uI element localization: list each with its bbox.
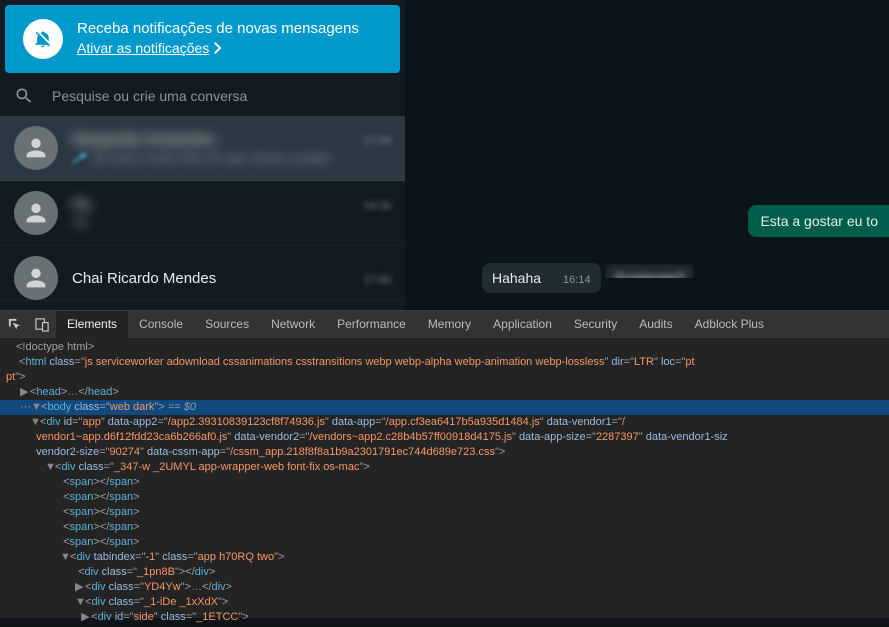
dom-line[interactable]: <span></span> xyxy=(0,490,889,505)
search-icon[interactable] xyxy=(14,86,34,106)
avatar xyxy=(14,256,58,300)
avatar xyxy=(14,126,58,170)
chat-name: Rp xyxy=(72,196,91,213)
devtools-panel: Elements Console Sources Network Perform… xyxy=(0,310,889,618)
chat-list: Margarida Amarantes 17:34 ok estou muito… xyxy=(0,116,405,310)
message-text: Hahaha xyxy=(492,270,541,286)
dom-line[interactable]: vendor1~app.d6f12fdd23ca6b266af0.js" dat… xyxy=(0,430,889,445)
dom-line[interactable]: <span></span> xyxy=(0,520,889,535)
message-outgoing[interactable]: Esta a gostar eu to xyxy=(748,205,889,237)
chat-item[interactable]: Margarida Amarantes 17:34 ok estou muito… xyxy=(0,116,405,181)
notification-text: Receba notificações de novas mensagens A… xyxy=(77,20,359,58)
dom-line[interactable]: ▼<div tabindex="-1" class="app h70RQ two… xyxy=(0,550,889,565)
tab-performance[interactable]: Performance xyxy=(326,311,417,338)
chat-pane: Esta a gostar eu to Hahaha 16:14 Gostara… xyxy=(405,0,889,310)
dom-line[interactable]: pt"> xyxy=(0,370,889,385)
dom-line-selected[interactable]: ⋯▼<body class="web dark"> == $0 xyxy=(0,400,889,415)
chevron-right-icon xyxy=(214,42,222,54)
chat-name: Chai Ricardo Mendes xyxy=(72,270,216,287)
chat-preview: ok estou muito feliz eh que chove a pata… xyxy=(92,150,339,165)
chat-preview: Ok xyxy=(72,215,89,230)
dom-line[interactable]: <div class="_1pn8B"></div> xyxy=(0,565,889,580)
bell-slash-icon xyxy=(23,19,63,59)
chat-time: 14:16 xyxy=(363,200,391,212)
tab-sources[interactable]: Sources xyxy=(194,311,260,338)
search-row xyxy=(0,76,405,116)
message-time: 16:14 xyxy=(563,274,591,286)
dom-line[interactable]: <span></span> xyxy=(0,535,889,550)
avatar xyxy=(14,191,58,235)
enable-notifications-link[interactable]: Ativar as notificações xyxy=(77,40,222,56)
dom-line[interactable]: <!doctype html> xyxy=(0,340,889,355)
chat-name: Margarida Amarantes xyxy=(72,131,215,148)
message-incoming[interactable]: Gostaram? xyxy=(605,264,694,292)
tab-adblock[interactable]: Adblock Plus xyxy=(684,311,775,338)
message-incoming[interactable]: Hahaha 16:14 xyxy=(482,263,601,293)
tab-console[interactable]: Console xyxy=(128,311,194,338)
devtools-tabbar: Elements Console Sources Network Perform… xyxy=(0,311,889,338)
dom-line[interactable]: vendor2-size="90274" data-cssm-app="/css… xyxy=(0,445,889,460)
chat-item[interactable]: Chai Ricardo Mendes 17:40 xyxy=(0,246,405,301)
search-input[interactable] xyxy=(52,88,391,104)
notification-banner[interactable]: Receba notificações de novas mensagens A… xyxy=(5,5,400,73)
dom-line[interactable]: ▼<div id="app" data-app2="/app2.39310839… xyxy=(0,415,889,430)
dom-line[interactable]: ▼<div class="_347-w _2UMYL app-wrapper-w… xyxy=(0,460,889,475)
dom-line[interactable]: <html class="js serviceworker adownload … xyxy=(0,355,889,370)
dom-line[interactable]: ▶<div class="YD4Yw">…</div> xyxy=(0,580,889,595)
dom-line[interactable]: <span></span> xyxy=(0,475,889,490)
tab-memory[interactable]: Memory xyxy=(417,311,482,338)
tab-elements[interactable]: Elements xyxy=(56,311,128,338)
dom-tree[interactable]: <!doctype html> <html class="js servicew… xyxy=(0,338,889,627)
chat-item[interactable]: Rp 14:16 Ok xyxy=(0,181,405,246)
chat-time: 17:34 xyxy=(363,135,391,147)
double-check-icon xyxy=(72,152,88,163)
chat-time: 17:40 xyxy=(363,274,391,286)
dom-line[interactable]: <span></span> xyxy=(0,505,889,520)
dom-line[interactable]: ▼<div class="_1-iDe _1xXdX"> xyxy=(0,595,889,610)
inspect-icon[interactable] xyxy=(0,311,28,337)
left-pane: Receba notificações de novas mensagens A… xyxy=(0,0,405,310)
dom-line[interactable]: ▶<head>…</head> xyxy=(0,385,889,400)
whatsapp-app: Receba notificações de novas mensagens A… xyxy=(0,0,889,310)
device-toggle-icon[interactable] xyxy=(28,311,56,337)
tab-network[interactable]: Network xyxy=(260,311,326,338)
tab-application[interactable]: Application xyxy=(482,311,563,338)
tab-audits[interactable]: Audits xyxy=(628,311,683,338)
notification-title: Receba notificações de novas mensagens xyxy=(77,20,359,37)
tab-security[interactable]: Security xyxy=(563,311,628,338)
